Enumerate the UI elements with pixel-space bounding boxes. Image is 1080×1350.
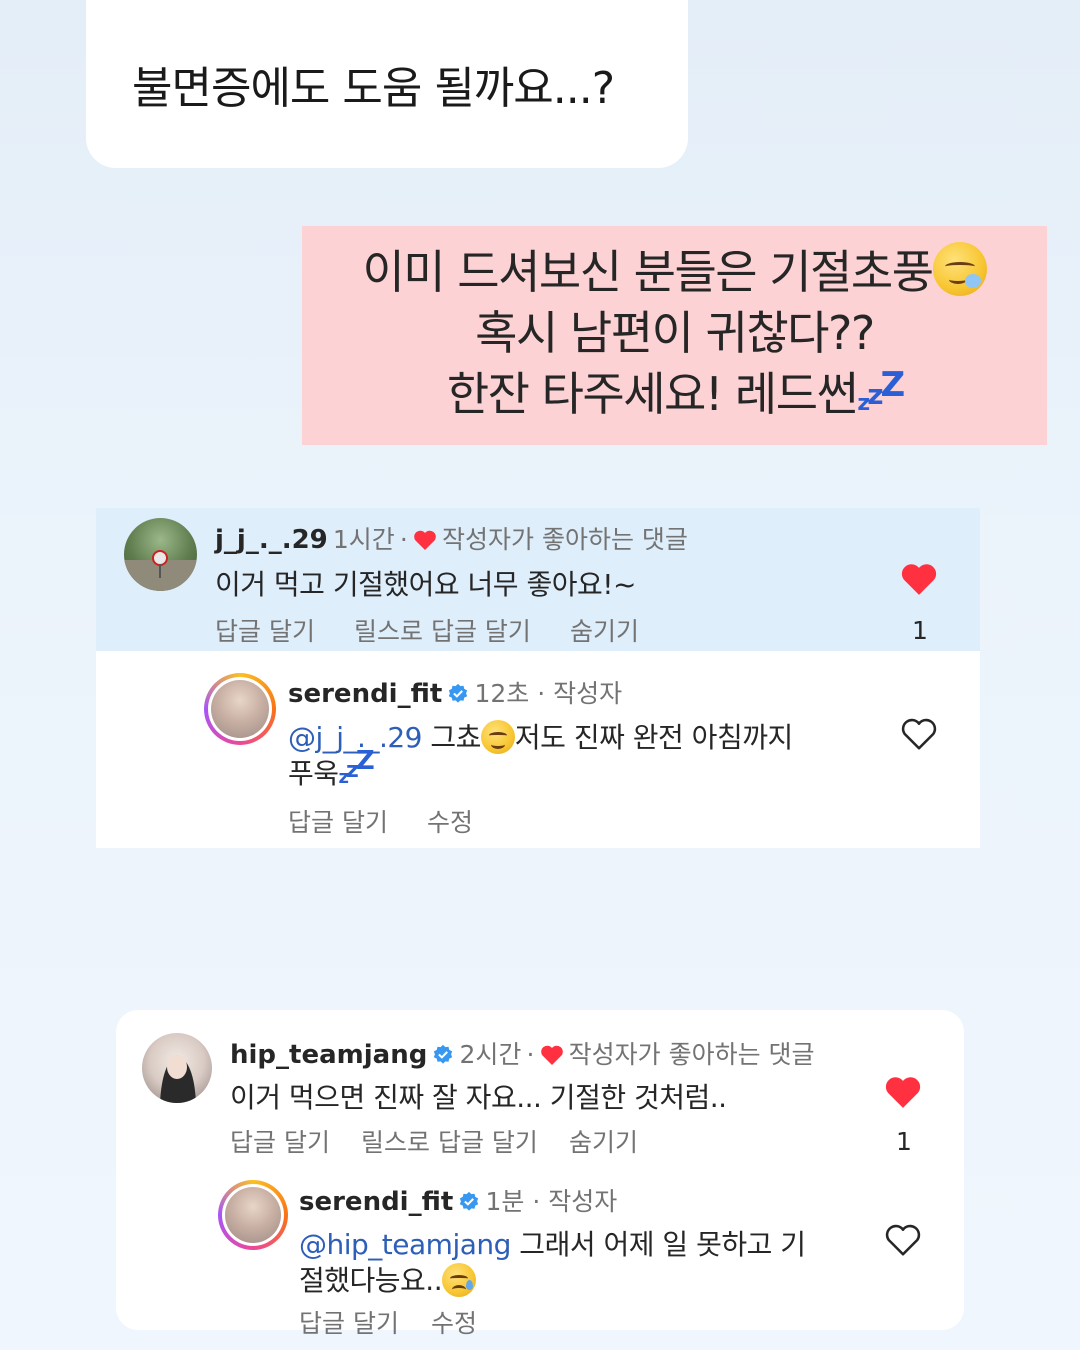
like-heart-outline-icon[interactable]: [884, 1222, 922, 1258]
reply-text-line2: 절했다능요..: [299, 1264, 443, 1297]
username[interactable]: hip_teamjang: [230, 1040, 427, 1070]
reply-text-a: 그래서 어제 일 못하고 기: [510, 1228, 806, 1261]
answer-line-2: 혹시 남편이 귀찮다??: [475, 306, 875, 360]
like-heart-filled-icon[interactable]: [900, 561, 938, 597]
avatar-photo: [160, 1055, 196, 1103]
reply-text-line2: 푸욱: [288, 757, 339, 790]
edit-button[interactable]: 수정: [427, 803, 473, 839]
separator-dot: ·: [526, 1040, 535, 1069]
reply-1-header: serendi_fit 12초 · 작성자: [288, 674, 622, 710]
answer-box: 이미 드셔보신 분들은 기절초풍 혹시 남편이 귀찮다?? 한잔 타주세요! 레…: [302, 226, 1047, 445]
comment-time: 1시간: [332, 525, 395, 554]
reels-reply-button[interactable]: 릴스로 답글 달기: [354, 612, 531, 648]
crying-face-icon: [442, 1263, 477, 1297]
reply-button[interactable]: 답글 달기: [215, 612, 315, 648]
edit-button[interactable]: 수정: [431, 1304, 477, 1340]
sleepy-face-icon: [932, 242, 987, 296]
avatar-photo: [211, 680, 269, 738]
answer-line-3-text: 한잔 타주세요! 레드썬: [446, 367, 859, 421]
answer-line-1: 이미 드셔보신 분들은 기절초풍: [302, 242, 1047, 303]
mention-link[interactable]: @hip_teamjang: [299, 1228, 511, 1261]
zzz-icon: zzZ: [338, 746, 375, 788]
liked-by-author-label: 작성자가 좋아하는 댓글: [568, 1040, 815, 1069]
reply-text-line-2: 푸욱zzZ: [288, 746, 375, 792]
avatar-photo: [124, 550, 197, 591]
like-heart-outline-icon[interactable]: [900, 716, 938, 752]
avatar[interactable]: [218, 1180, 288, 1250]
username[interactable]: serendi_fit: [288, 679, 442, 709]
avatar-photo: [225, 1187, 281, 1243]
heart-icon: [414, 530, 436, 550]
reply-time: 12초 · 작성자: [474, 679, 623, 708]
reels-reply-button[interactable]: 릴스로 답글 달기: [361, 1123, 538, 1159]
heart-icon: [540, 1045, 563, 1065]
avatar[interactable]: [204, 673, 276, 745]
username[interactable]: j_j_._.29: [215, 525, 328, 555]
answer-line-1-text: 이미 드셔보신 분들은 기절초풍: [362, 245, 934, 299]
zzz-icon: zzZ: [857, 365, 905, 416]
liked-by-author-label: 작성자가 좋아하는 댓글: [442, 525, 688, 554]
reply-button[interactable]: 답글 달기: [299, 1304, 399, 1340]
question-bubble: 불면증에도 도움 될까요...?: [86, 0, 688, 168]
reply-text-b: 저도 진짜 완전 아침까지: [514, 721, 793, 754]
reply-button[interactable]: 답글 달기: [230, 1123, 330, 1159]
like-heart-filled-icon[interactable]: [884, 1074, 922, 1110]
reply-time: 1분 · 작성자: [485, 1187, 618, 1216]
hide-button[interactable]: 숨기기: [570, 612, 639, 648]
answer-line-3: 한잔 타주세요! 레드썬zzZ: [302, 364, 1047, 434]
comment-text: 이거 먹으면 진짜 잘 자요... 기절한 것처럼..: [230, 1081, 727, 1114]
username[interactable]: serendi_fit: [299, 1187, 453, 1217]
smiling-face-icon: [480, 720, 515, 754]
comment-1-header: j_j_._.29 1시간 · 작성자가 좋아하는 댓글: [215, 520, 688, 556]
verified-badge-icon: [449, 683, 468, 703]
hide-button[interactable]: 숨기기: [569, 1123, 638, 1159]
avatar[interactable]: [142, 1033, 212, 1103]
like-count: 1: [896, 1127, 912, 1156]
reply-button[interactable]: 답글 달기: [288, 803, 388, 839]
comment-text: 이거 먹고 기절했어요 너무 좋아요!~: [215, 568, 636, 601]
comment-2-header: hip_teamjang 2시간 · 작성자가 좋아하는 댓글: [230, 1035, 815, 1071]
comment-time: 2시간: [459, 1040, 522, 1069]
like-count: 1: [912, 616, 928, 645]
mention-link[interactable]: @j_j_._.29: [288, 721, 423, 754]
avatar[interactable]: [124, 518, 197, 591]
verified-badge-icon: [460, 1191, 479, 1211]
question-text: 불면증에도 도움 될까요...?: [132, 63, 615, 114]
verified-badge-icon: [434, 1044, 453, 1064]
reply-text-line-1: @hip_teamjang 그래서 어제 일 못하고 기: [299, 1223, 806, 1263]
separator-dot: ·: [399, 525, 408, 554]
reply-text-line-2: 절했다능요..: [299, 1259, 477, 1299]
reply-2-header: serendi_fit 1분 · 작성자: [299, 1182, 617, 1218]
reply-text-a: 그쵸: [422, 721, 481, 754]
